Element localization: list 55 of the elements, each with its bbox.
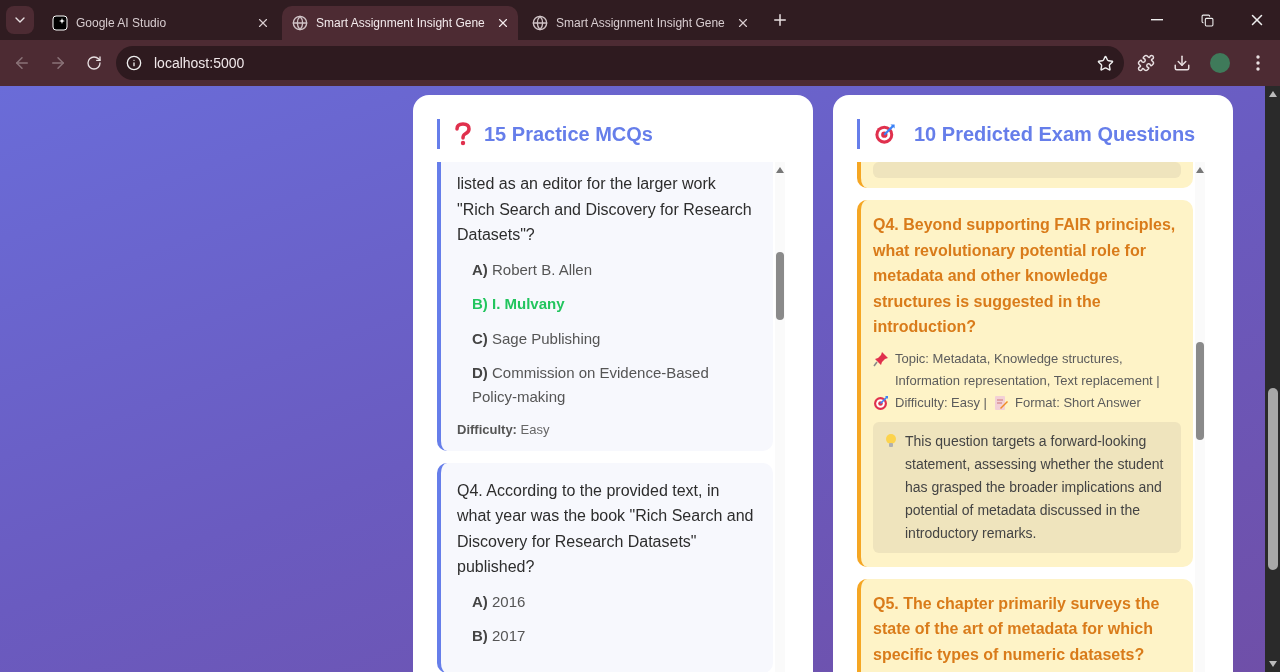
answer-option: B) 2017 <box>472 624 757 648</box>
lightbulb-icon <box>883 432 899 449</box>
scroll-thumb[interactable] <box>1196 342 1204 440</box>
scroll-thumb[interactable] <box>776 252 784 320</box>
scrollbar[interactable] <box>775 162 785 672</box>
puzzle-icon <box>1137 54 1155 72</box>
close-icon[interactable] <box>256 16 270 30</box>
reload-icon <box>86 55 102 71</box>
note-text: This question targets a forward-looking statement, assessing whether the student has grasped the broader implications and potential of metadata discussed in the introductory remarks. <box>905 431 1165 543</box>
globe-icon <box>532 15 548 31</box>
restore-icon <box>1200 13 1214 27</box>
star-icon[interactable] <box>1097 54 1114 72</box>
minimize-icon <box>1151 19 1163 21</box>
menu-icon <box>1256 55 1260 71</box>
close-icon[interactable] <box>496 16 510 30</box>
target-icon <box>874 123 896 145</box>
page-scrollbar[interactable] <box>1265 86 1280 672</box>
download-icon <box>1173 54 1191 72</box>
studio-icon <box>52 15 68 31</box>
panel-title: 15 Practice MCQs <box>484 122 653 146</box>
browser-tab[interactable]: Smart Assignment Insight Gene <box>522 6 758 40</box>
tab-list-button[interactable] <box>6 6 34 34</box>
question-text: Q4. Beyond supporting FAIR principles, what revolutionary potential role for metadata and other knowledge structures is suggested in the introduction? <box>873 215 1177 337</box>
topic-text: Topic: Metadata, Knowledge structures, Information representation, Text replacement | <box>895 349 1161 390</box>
browser-tab[interactable]: Google AI Studio <box>42 6 278 40</box>
scrollbar[interactable] <box>1195 162 1205 672</box>
memo-icon <box>993 394 1009 411</box>
scroll-up-icon[interactable] <box>775 166 785 174</box>
question-text: Q5. The chapter primarily surveys the state of the art of metadata for which specific types of numeric datasets? <box>873 593 1161 665</box>
close-icon[interactable] <box>736 16 750 30</box>
answer-option: A) Robert B. Allen <box>472 257 757 282</box>
format-text: Format: Short Answer <box>1015 393 1141 412</box>
info-icon[interactable] <box>126 55 142 71</box>
answer-option: D) Commission on Evidence-Based Policy-making <box>472 361 757 409</box>
scroll-up-icon[interactable] <box>1195 166 1205 174</box>
answer-option: B) I. Mulvany <box>472 292 757 316</box>
address-bar[interactable]: localhost:5000 <box>116 46 1124 80</box>
panel-title: 10 Predicted Exam Questions <box>914 122 1196 146</box>
answer-option: A) 2016 <box>472 589 757 614</box>
profile-avatar[interactable] <box>1210 53 1230 73</box>
target-icon <box>873 394 889 411</box>
pushpin-icon <box>873 350 889 367</box>
difficulty-text: Difficulty: Easy | <box>895 393 987 412</box>
browser-tab[interactable]: Smart Assignment Insight Gene <box>282 6 518 40</box>
question-mark-icon <box>454 122 472 146</box>
question-text: Q4. According to the provided text, in what year was the book "Rich Search and Discovery for Research Datasets" published? <box>457 480 755 577</box>
question-text: listed as an editor for the larger work "Rich Search and Discovery for Research Datasets"? <box>457 174 753 245</box>
forward-arrow-icon <box>49 54 67 72</box>
plus-icon <box>771 11 789 29</box>
globe-icon <box>292 15 308 31</box>
scroll-up-icon[interactable] <box>1267 90 1278 98</box>
difficulty-label: Difficulty: Easy <box>457 421 551 437</box>
scroll-thumb[interactable] <box>1267 388 1278 570</box>
answer-option: C) Sage Publishing <box>472 326 757 351</box>
scroll-down-icon[interactable] <box>1267 660 1278 668</box>
